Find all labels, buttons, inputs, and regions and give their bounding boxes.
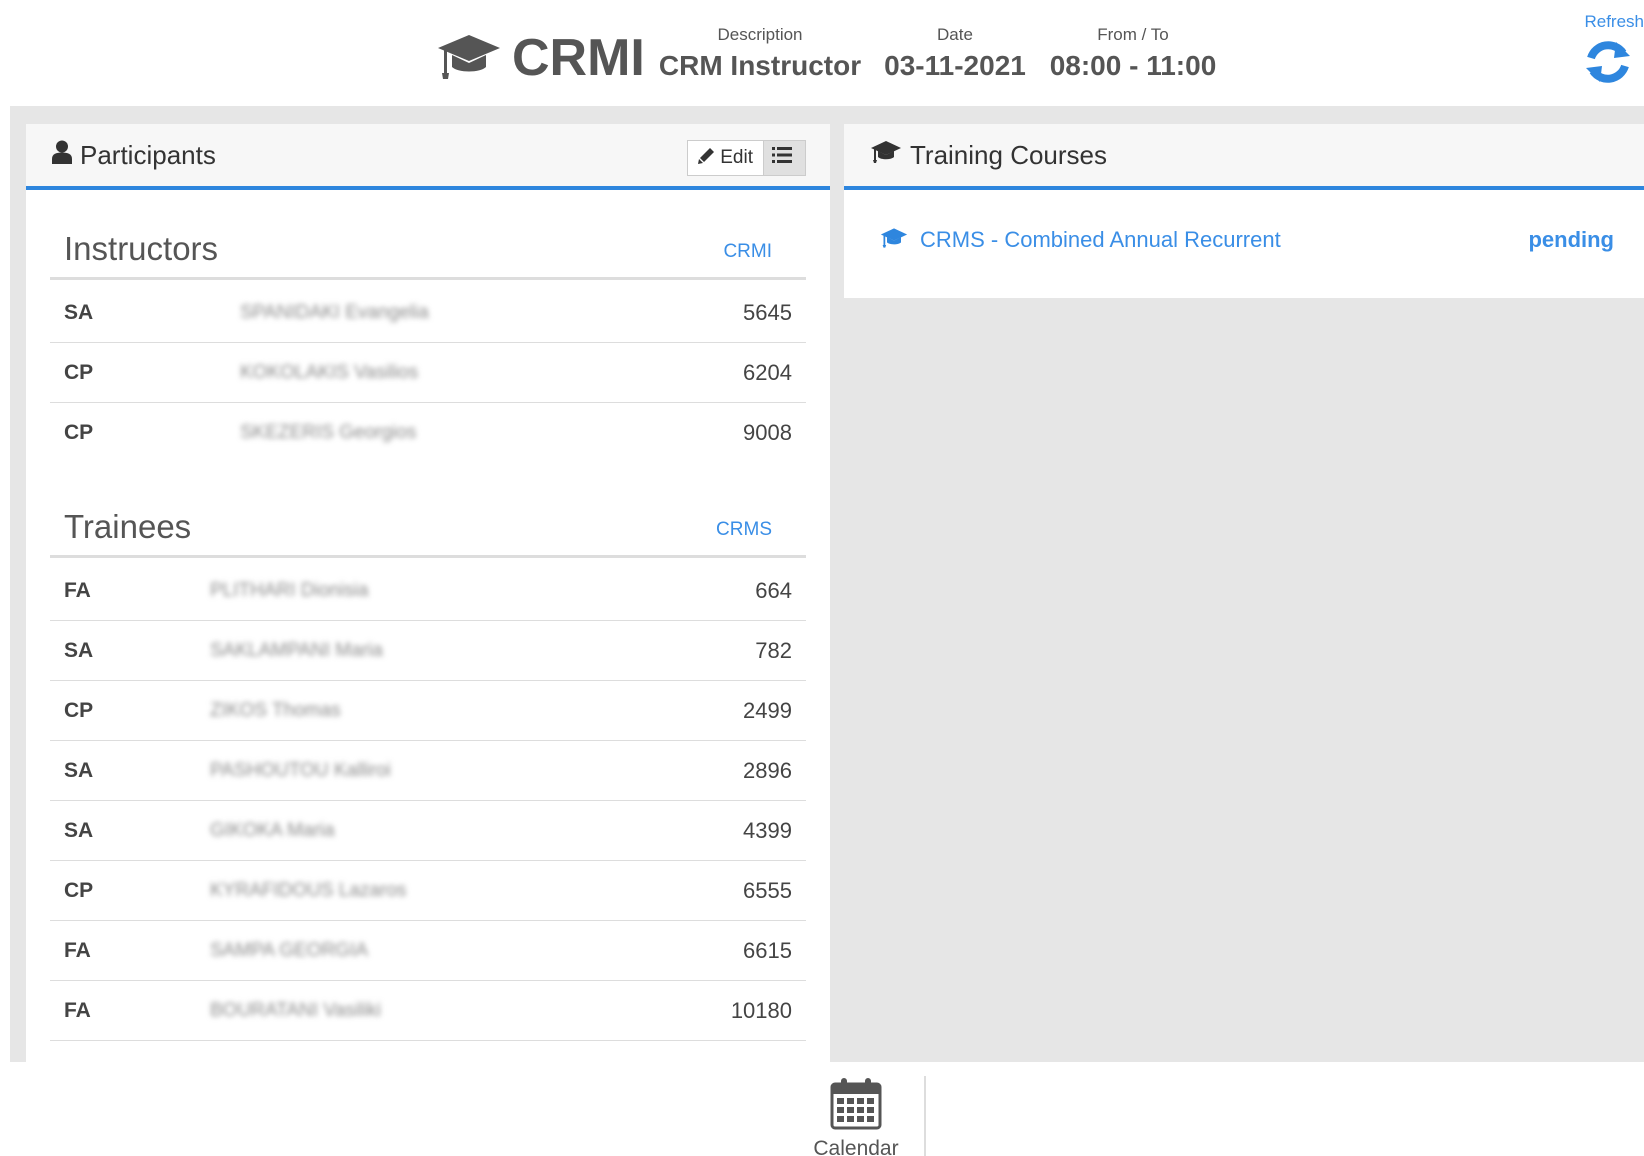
bottom-nav: Calendar <box>0 1062 1644 1156</box>
staff-number: 664 <box>755 578 792 603</box>
participant-name: KOKOLAKIS Vasilios <box>240 362 419 383</box>
staff-number: 6615 <box>743 938 792 963</box>
participant-name: SKEZERIS Georgios <box>240 422 417 443</box>
pencil-icon <box>698 147 720 170</box>
rank: FA <box>64 579 91 602</box>
rank: FA <box>64 939 91 962</box>
trainees-list: FA PLITHARI Dionisia 664 SA SAKLAMPANI M… <box>50 561 806 1041</box>
trainee-row[interactable]: SA GIKOKA Maria 4399 <box>50 801 806 861</box>
time-value: 08:00 - 11:00 <box>1049 50 1217 81</box>
refresh-button[interactable]: Refresh <box>1572 10 1644 93</box>
participants-title-text: Participants <box>80 140 216 170</box>
refresh-label[interactable]: Refresh <box>1572 10 1644 34</box>
staff-number: 5645 <box>743 300 792 325</box>
participants-panel: Participants Edit Instructors CRMI SA SP… <box>26 124 830 1062</box>
trainee-row[interactable]: SA PASHOUTOU Kalliroi 2896 <box>50 741 806 801</box>
edit-button[interactable]: Edit <box>687 140 764 176</box>
participant-name: BOURATANI Vasiliki <box>210 1000 382 1021</box>
staff-number: 9008 <box>743 420 792 445</box>
graduation-cap-icon <box>436 31 502 86</box>
app-name: CRMI <box>512 29 645 87</box>
trainee-row[interactable]: CP ZIKOS Thomas 2499 <box>50 681 806 741</box>
participant-name: GIKOKA Maria <box>210 820 335 841</box>
training-courses-title: Training Courses <box>870 138 1107 172</box>
user-icon <box>52 138 80 172</box>
calendar-icon[interactable] <box>830 1078 882 1134</box>
rank: CP <box>64 699 94 722</box>
instructors-header: Instructors CRMI <box>50 220 806 280</box>
calendar-button[interactable]: Calendar <box>800 1076 912 1156</box>
date-field: Date 03-11-2021 <box>882 24 1028 84</box>
trainee-row[interactable]: FA SAMPA GEORGIA 6615 <box>50 921 806 981</box>
trainee-row[interactable]: CP KYRAFIDOUS Lazaros 6555 <box>50 861 806 921</box>
trainee-row[interactable]: SA SAKLAMPANI Maria 782 <box>50 621 806 681</box>
participant-name: PLITHARI Dionisia <box>210 580 369 601</box>
course-status: pending <box>1528 227 1614 252</box>
staff-number: 10180 <box>730 998 792 1023</box>
graduation-cap-icon <box>870 138 910 172</box>
date-label: Date <box>937 25 973 44</box>
instructor-row[interactable]: SA SPANIDAKI Evangelia 5645 <box>50 283 806 343</box>
staff-number: 782 <box>755 638 792 663</box>
participants-title: Participants <box>52 138 216 172</box>
staff-number: 2499 <box>743 698 792 723</box>
instructor-row[interactable]: CP SKEZERIS Georgios 9008 <box>50 403 806 463</box>
rank: SA <box>64 819 94 842</box>
trainee-row[interactable]: FA BOURATANI Vasiliki 10180 <box>50 981 806 1041</box>
rank: CP <box>64 361 94 384</box>
participants-toolbar: Edit <box>687 140 806 176</box>
participant-name: PASHOUTOU Kalliroi <box>210 760 391 781</box>
rank: SA <box>64 639 94 662</box>
participant-name: SAKLAMPANI Maria <box>210 640 383 661</box>
description-field: Description CRM Instructor <box>658 24 862 84</box>
training-courses-header: Training Courses <box>844 124 1644 190</box>
brand: CRMI <box>436 28 645 88</box>
nav-divider <box>924 1076 926 1156</box>
staff-number: 2896 <box>743 758 792 783</box>
course-name-link[interactable]: CRMS - Combined Annual Recurrent <box>920 226 1281 254</box>
rank: FA <box>64 999 91 1022</box>
graduation-cap-icon <box>880 227 920 254</box>
participant-name: ZIKOS Thomas <box>210 700 341 721</box>
staff-number: 6555 <box>743 878 792 903</box>
training-courses-title-text: Training Courses <box>910 140 1108 170</box>
participant-name: SAMPA GEORGIA <box>210 940 369 961</box>
participants-header: Participants Edit <box>26 124 830 190</box>
main-content: Participants Edit Instructors CRMI SA SP… <box>10 106 1644 1062</box>
trainees-header: Trainees CRMS <box>50 498 806 558</box>
instructors-course-code[interactable]: CRMI <box>723 240 772 264</box>
description-value: CRM Instructor <box>658 50 862 81</box>
description-label: Description <box>717 25 803 44</box>
participant-name: SPANIDAKI Evangelia <box>240 302 429 323</box>
list-view-button[interactable] <box>764 140 806 176</box>
trainees-course-code[interactable]: CRMS <box>716 518 772 542</box>
edit-label[interactable]: Edit <box>720 147 753 169</box>
rank: SA <box>64 301 94 324</box>
trainee-row[interactable]: FA PLITHARI Dionisia 664 <box>50 561 806 621</box>
instructor-row[interactable]: CP KOKOLAKIS Vasilios 6204 <box>50 343 806 403</box>
top-header: CRMI Description CRM Instructor Date 03-… <box>0 0 1644 106</box>
trainees-title: Trainees <box>64 508 192 545</box>
rank: SA <box>64 759 94 782</box>
time-field: From / To 08:00 - 11:00 <box>1046 24 1220 84</box>
list-icon <box>772 146 797 170</box>
refresh-icon[interactable] <box>1582 41 1644 92</box>
calendar-label[interactable]: Calendar <box>800 1137 912 1156</box>
instructors-title: Instructors <box>64 230 219 267</box>
time-label: From / To <box>1097 25 1169 44</box>
instructors-list: SA SPANIDAKI Evangelia 5645 CP KOKOLAKIS… <box>50 283 806 463</box>
date-value: 03-11-2021 <box>884 50 1026 81</box>
training-courses-panel: Training Courses CRMS - Combined Annual … <box>844 124 1644 298</box>
course-item[interactable]: CRMS - Combined Annual Recurrent pending <box>880 226 1614 254</box>
staff-number: 4399 <box>743 818 792 843</box>
rank: CP <box>64 879 94 902</box>
rank: CP <box>64 421 94 444</box>
staff-number: 6204 <box>743 360 792 385</box>
participant-name: KYRAFIDOUS Lazaros <box>210 880 407 901</box>
